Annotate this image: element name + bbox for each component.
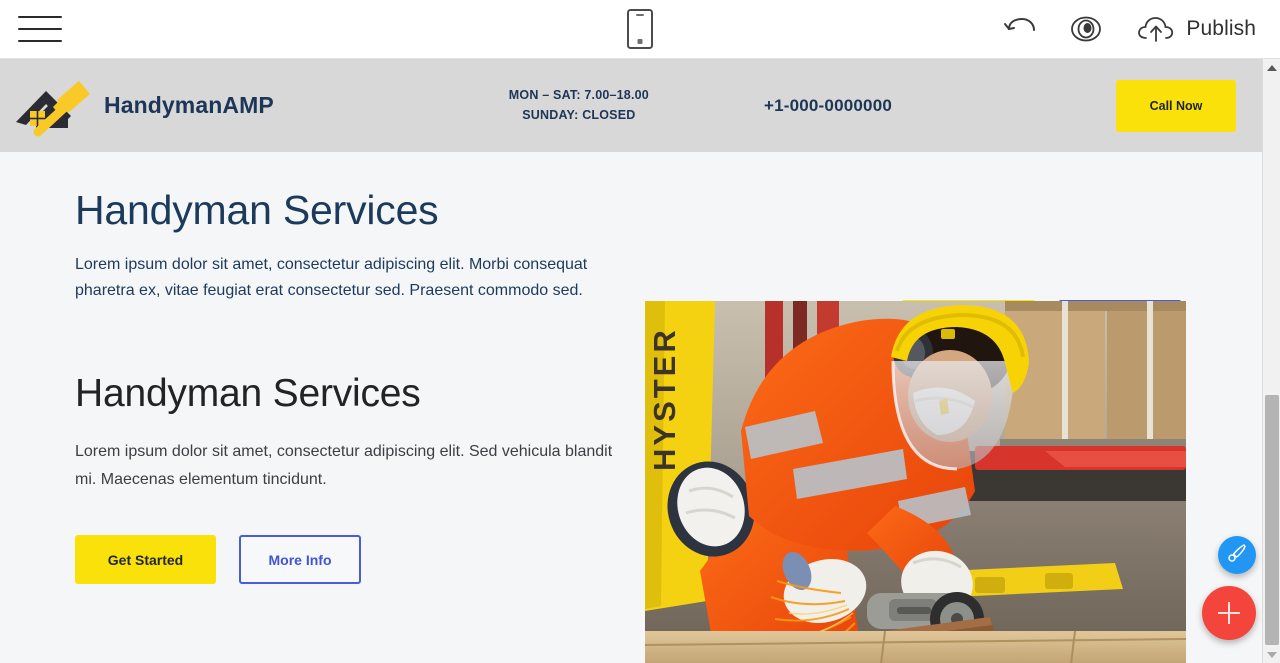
editor-toolbar-actions: Publish bbox=[1003, 14, 1256, 44]
eye-preview-icon[interactable] bbox=[1065, 15, 1107, 43]
scroll-up-triangle bbox=[1267, 64, 1277, 71]
services-get-started-button[interactable]: Get Started bbox=[75, 535, 216, 585]
brand-name: HandymanAMP bbox=[104, 92, 274, 118]
undo-arrow-icon[interactable] bbox=[1003, 16, 1037, 42]
style-paintbrush-button[interactable] bbox=[1218, 536, 1256, 574]
hamburger-bar bbox=[18, 40, 62, 42]
hours-weekday: MON – SAT: 7.00–18.00 bbox=[508, 88, 649, 103]
house-paint-roller-logo bbox=[8, 74, 98, 138]
publish-button[interactable]: Publish bbox=[1135, 14, 1256, 44]
services-more-info-button[interactable]: More Info bbox=[239, 535, 361, 585]
paintbrush-icon bbox=[1227, 542, 1248, 568]
business-hours: MON – SAT: 7.00–18.00 SUNDAY: CLOSED bbox=[509, 86, 649, 125]
hamburger-menu-icon[interactable] bbox=[18, 12, 64, 46]
publish-label: Publish bbox=[1186, 17, 1256, 40]
hours-sunday: SUNDAY: CLOSED bbox=[522, 107, 636, 122]
hero-body: Lorem ipsum dolor sit amet, consectetur … bbox=[75, 256, 588, 300]
phone-number[interactable]: +1-000-0000000 bbox=[764, 96, 892, 116]
hero-section: Handyman Services Lorem ipsum dolor sit … bbox=[0, 152, 1262, 347]
cloud-upload-icon bbox=[1135, 14, 1177, 44]
brand[interactable]: HandymanAMP bbox=[8, 74, 274, 138]
svg-text:HYSTER: HYSTER bbox=[647, 327, 682, 471]
editor-toolbar: Publish bbox=[0, 0, 1280, 59]
scroll-up-arrow-icon[interactable] bbox=[1263, 59, 1280, 76]
page-scrollbar[interactable] bbox=[1262, 59, 1280, 663]
device-preview-switcher[interactable] bbox=[627, 9, 653, 49]
scroll-down-triangle bbox=[1267, 651, 1277, 658]
mobile-device-icon[interactable] bbox=[627, 9, 653, 49]
page-canvas: HandymanAMP MON – SAT: 7.00–18.00 SUNDAY… bbox=[0, 59, 1262, 663]
site-header: HandymanAMP MON – SAT: 7.00–18.00 SUNDAY… bbox=[0, 59, 1262, 152]
hero-title: Handyman Services bbox=[75, 187, 439, 233]
hamburger-bar bbox=[18, 16, 62, 18]
services-body: Lorem ipsum dolor sit amet, consectetur … bbox=[75, 443, 613, 488]
hamburger-bar bbox=[18, 28, 62, 30]
services-photo: HYSTER bbox=[645, 301, 1186, 663]
scroll-down-arrow-icon[interactable] bbox=[1263, 646, 1280, 663]
add-block-button[interactable] bbox=[1202, 586, 1256, 640]
call-now-button[interactable]: Call Now bbox=[1116, 79, 1236, 132]
scrollbar-thumb[interactable] bbox=[1265, 395, 1279, 645]
